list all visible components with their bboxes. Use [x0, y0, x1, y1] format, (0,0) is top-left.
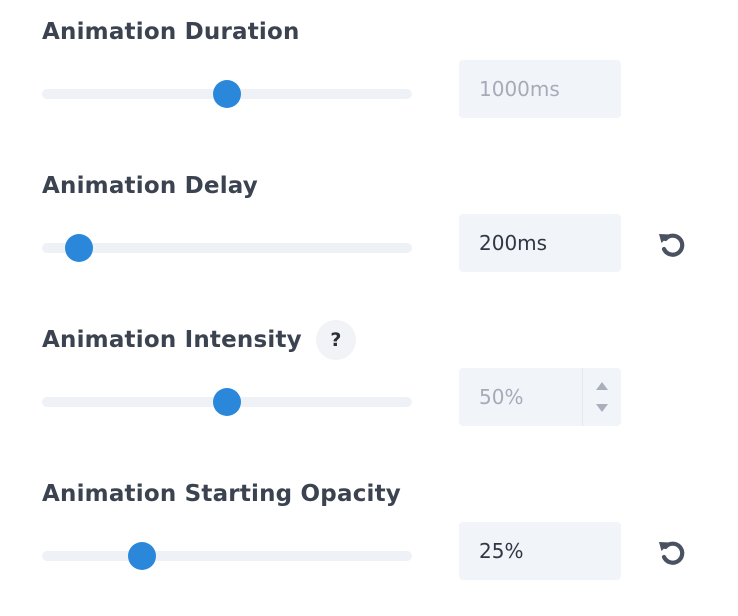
value-input[interactable]: 200ms	[459, 214, 621, 272]
chevron-up-icon	[596, 382, 608, 390]
setting-label-row: Animation Delay	[42, 170, 258, 202]
slider-thumb[interactable]	[127, 542, 156, 570]
setting-label: Animation Intensity	[42, 327, 302, 353]
setting-label-row: Animation Duration	[42, 16, 300, 48]
number-spinner	[582, 368, 621, 426]
setting-animation-duration: Animation Duration 1000ms	[0, 0, 738, 154]
value-text: 25%	[479, 539, 524, 563]
slider-thumb[interactable]	[65, 234, 93, 262]
help-icon[interactable]: ?	[315, 320, 356, 360]
slider-track[interactable]	[42, 551, 412, 561]
reset-icon[interactable]	[656, 228, 688, 260]
slider-track[interactable]	[42, 243, 412, 253]
setting-animation-delay: Animation Delay 200ms	[0, 154, 738, 308]
setting-label-row: Animation Intensity ?	[42, 320, 356, 360]
setting-label: Animation Starting Opacity	[42, 481, 401, 507]
setting-label: Animation Duration	[42, 19, 300, 45]
spin-down-button[interactable]	[592, 397, 612, 419]
slider-thumb[interactable]	[213, 80, 241, 108]
value-text: 200ms	[479, 231, 548, 255]
value-input[interactable]: 25%	[459, 522, 621, 580]
value-input[interactable]: 1000ms	[459, 60, 621, 118]
value-text: 50%	[479, 385, 524, 409]
spin-up-button[interactable]	[592, 375, 612, 397]
value-text: 1000ms	[479, 77, 560, 101]
slider-thumb[interactable]	[213, 388, 241, 416]
setting-label: Animation Delay	[42, 173, 258, 199]
value-input[interactable]: 50%	[459, 368, 621, 426]
reset-icon[interactable]	[656, 536, 688, 568]
setting-animation-intensity: Animation Intensity ? 50%	[0, 308, 738, 462]
setting-animation-starting-opacity: Animation Starting Opacity 25%	[0, 462, 738, 616]
chevron-down-icon	[596, 404, 608, 412]
setting-label-row: Animation Starting Opacity	[42, 478, 401, 510]
